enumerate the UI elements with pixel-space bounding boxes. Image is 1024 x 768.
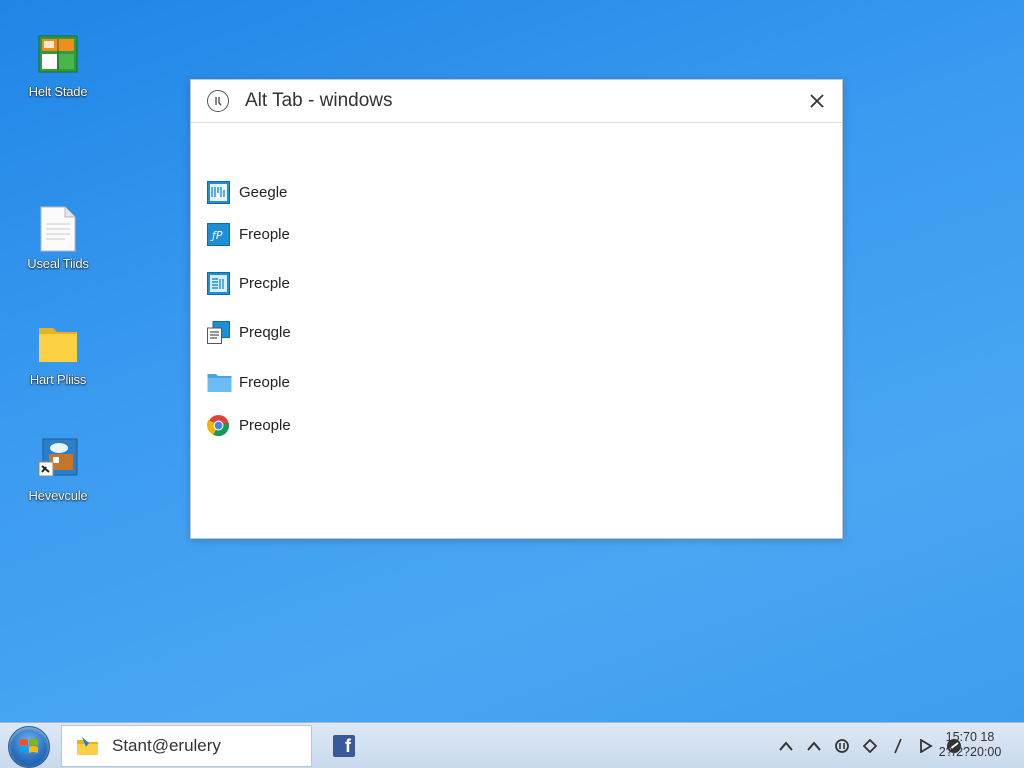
slash-icon[interactable] [888,736,908,756]
desktop-icon-useal-tiids[interactable]: Useal Tiids [8,206,108,271]
close-button[interactable] [806,90,828,112]
chevron-up-icon[interactable] [776,736,796,756]
window-item-freople-folder[interactable]: Freople [207,368,290,396]
desktop-icon-hart-pliiss[interactable]: Hart Pliiss [8,322,108,387]
alt-tab-title: Alt Tab - windows [245,90,393,111]
network-picture-icon [37,438,79,480]
network-icon[interactable] [832,736,852,756]
clock-time: 15:70 18 [945,730,995,744]
desktop-icon-label: Helt Stade [28,84,88,99]
search-input[interactable]: Stant@erulery [61,725,312,767]
window-item-geegle[interactable]: Geegle [207,178,287,206]
app-doc-window-icon [207,320,230,344]
window-item-freople[interactable]: ƒP Freople [207,220,290,248]
window-item-label: Preqgle [239,323,291,341]
alt-tab-titlebar: Alt Tab - windows [191,80,842,123]
taskbar: Stant@erulery f 15:70 18 2?/2?20:00 [0,722,1024,768]
folder-search-icon [77,737,98,755]
window-item-label: Precple [239,274,290,292]
windows-logo-icon [20,739,38,753]
alt-tab-window: Alt Tab - windows Geegle ƒP Freople Prec… [190,79,843,539]
start-button[interactable] [8,726,50,768]
window-item-label: Freople [239,225,290,243]
close-icon [810,94,824,108]
document-icon [37,206,79,252]
window-item-label: Freople [239,373,290,391]
app-blue-script-icon: ƒP [207,222,230,246]
folder-icon [37,322,79,364]
diamond-icon[interactable] [860,736,880,756]
search-text: Stant@erulery [112,736,221,755]
spreadsheet-icon [37,34,79,76]
facebook-taskbar-button[interactable]: f [333,735,355,757]
facebook-icon: f [345,736,351,756]
window-item-precple[interactable]: Precple [207,269,290,297]
app-blue-grid-icon [207,180,230,204]
desktop-icon-helt-stade[interactable]: Helt Stade [8,34,108,99]
window-item-preople[interactable]: Preople [207,411,291,439]
window-item-preqgle[interactable]: Preqgle [207,318,291,346]
window-item-label: Preople [239,416,291,434]
desktop-icon-label: Hart Pliiss [29,372,87,387]
desktop-icon-hevevcule[interactable]: Hevevcule [8,438,108,503]
clock-icon [207,90,229,112]
clock-date: 2?/2?20:00 [938,745,1002,759]
app-blue-grid-icon [207,271,230,295]
folder-icon [207,371,232,394]
chrome-icon [207,414,230,437]
chevron-up-icon[interactable] [804,736,824,756]
desktop-icon-label: Hevevcule [28,488,88,503]
svg-text:ƒP: ƒP [210,229,223,242]
window-item-label: Geegle [239,183,288,201]
system-clock[interactable]: 15:70 18 2?/2?20:00 [930,730,1010,760]
desktop-icon-label: Useal Tiids [27,256,89,271]
